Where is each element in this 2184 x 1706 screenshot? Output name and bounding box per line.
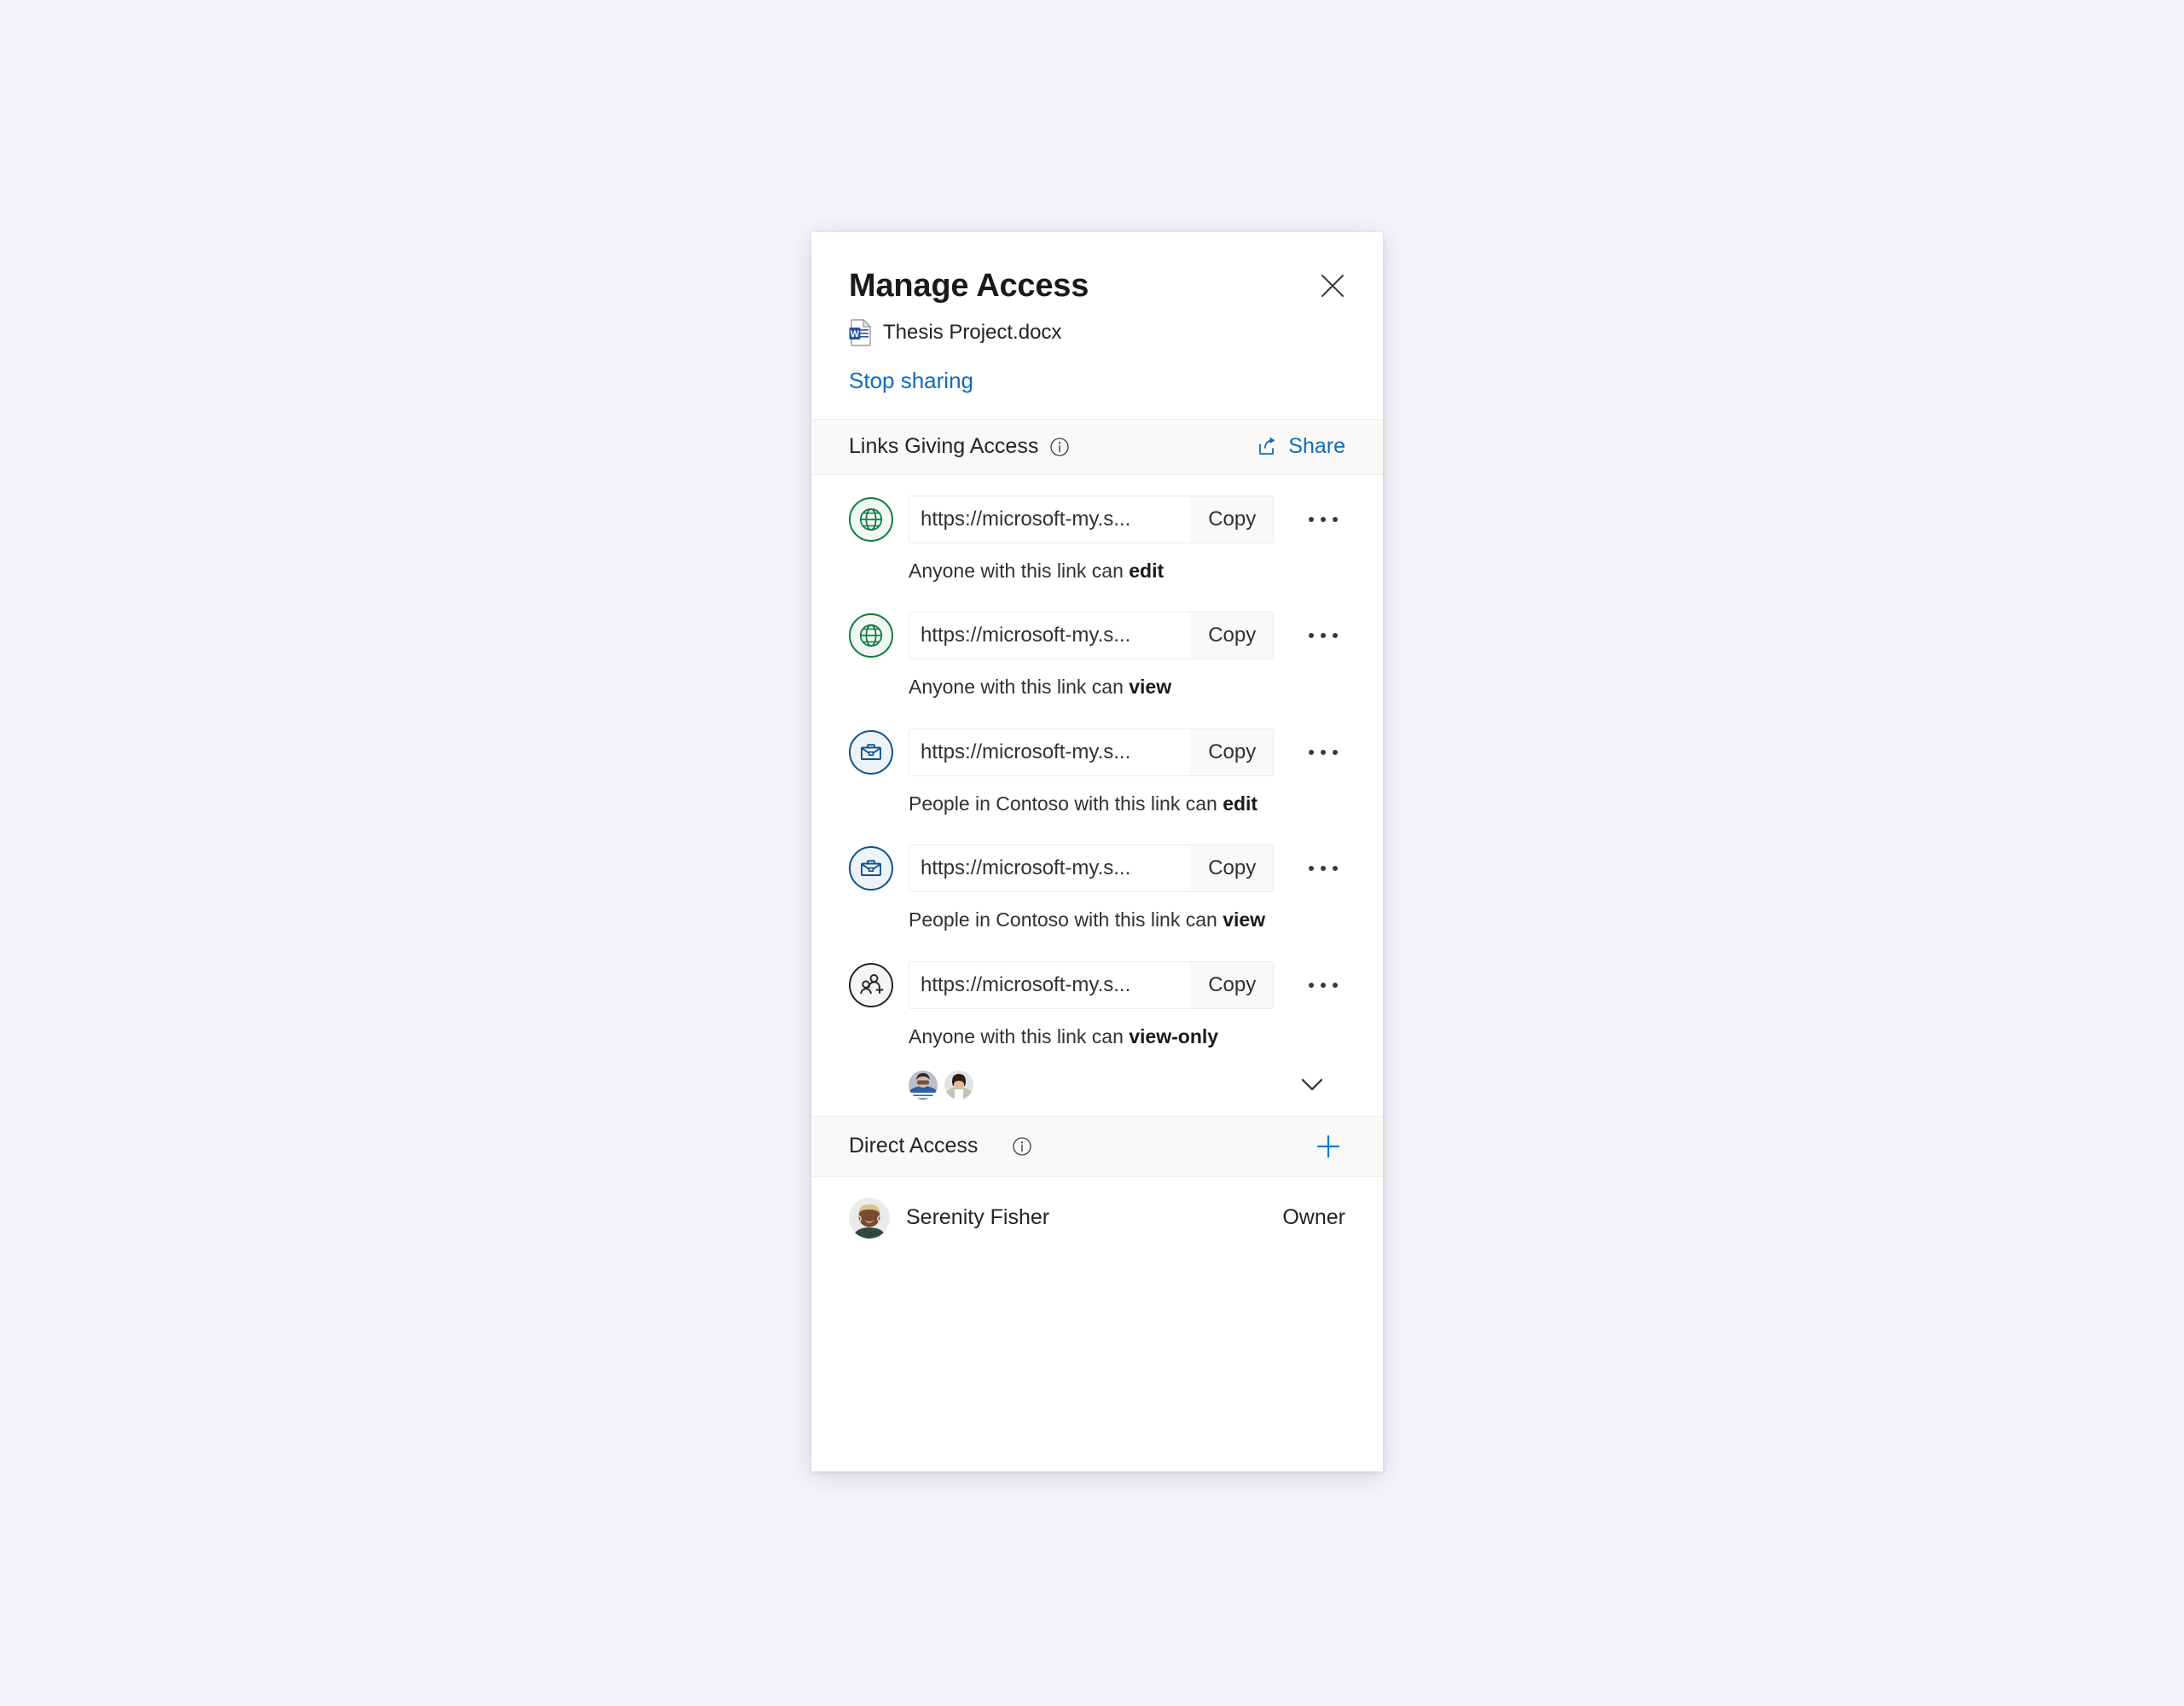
title-row: Manage Access [849,270,1345,304]
close-button[interactable] [1315,268,1350,304]
copy-button[interactable]: Copy [1190,961,1274,1008]
page-title: Manage Access [849,268,1089,304]
briefcase-icon [861,860,881,877]
link-type-badge [849,962,893,1007]
copy-button[interactable]: Copy [1190,612,1274,659]
share-label: Share [1288,434,1345,459]
file-name: Thesis Project.docx [883,321,1062,344]
link-url-box[interactable]: https://microsoft-my.s... Copy [909,844,1275,893]
direct-access-title: Direct Access [849,1134,979,1158]
info-icon [1050,437,1069,456]
share-button[interactable]: Share [1257,434,1345,459]
svg-text:W: W [851,329,860,339]
link-row-main: https://microsoft-my.s... Copy [849,844,1345,893]
screen-root: Manage Access W Thesis Project.docx Stop… [0,0,2184,1706]
share-icon [1259,437,1275,455]
link-row-main: https://microsoft-my.s... Copy [849,495,1345,543]
link-description: People in Contoso with this link can vie… [909,908,1345,932]
link-description: Anyone with this link can edit [909,560,1345,583]
copy-button[interactable]: Copy [1190,845,1274,892]
more-icon [1309,749,1339,755]
link-url-text[interactable]: https://microsoft-my.s... [909,728,1191,775]
link-permission: view-only [1129,1024,1219,1047]
link-url-box[interactable]: https://microsoft-my.s... Copy [909,728,1275,776]
info-icon [1013,1136,1032,1156]
more-options-button[interactable] [1301,963,1345,1007]
panel-header: Manage Access W Thesis Project.docx Stop… [811,232,1383,419]
more-icon [1309,633,1339,639]
person-row[interactable]: Serenity Fisher Owner [849,1177,1345,1259]
direct-access-header: Direct Access [811,1115,1383,1177]
link-description-prefix: Anyone with this link can [909,559,1130,582]
avatar [849,1197,890,1239]
link-row: https://microsoft-my.s... Copy Anyone wi… [811,475,1383,592]
file-row: W Thesis Project.docx [849,319,1345,346]
plus-icon [1316,1134,1340,1158]
link-type-badge [849,846,893,891]
link-permission: view [1129,676,1172,699]
avatar[interactable] [909,1070,938,1100]
links-info-icon[interactable] [1049,437,1070,457]
link-description-prefix: People in Contoso with this link can [909,908,1223,931]
links-section-header: Links Giving Access Share [811,418,1383,475]
link-row-main: https://microsoft-my.s... Copy [849,728,1345,776]
link-url-text[interactable]: https://microsoft-my.s... [909,496,1191,543]
link-permission: view [1223,908,1266,931]
link-row-main: https://microsoft-my.s... Copy [849,960,1345,1009]
link-type-badge [849,496,893,542]
link-type-badge [849,613,893,659]
expand-people-button[interactable] [1291,1066,1333,1104]
close-icon [1321,275,1344,297]
link-description: People in Contoso with this link can edi… [909,792,1345,816]
globe-icon [859,624,883,647]
add-people-button[interactable] [1311,1129,1345,1163]
link-row: https://microsoft-my.s... Copy Anyone wi… [811,941,1383,1112]
link-description-prefix: People in Contoso with this link can [909,792,1223,815]
person-name: Serenity Fisher [906,1205,1050,1230]
person-role: Owner [1282,1205,1345,1230]
link-row: https://microsoft-my.s... Copy People in… [811,824,1383,941]
link-url-box[interactable]: https://microsoft-my.s... Copy [909,960,1275,1009]
more-icon [1309,866,1339,872]
word-document-icon: W [849,319,872,346]
link-description: Anyone with this link can view-only [909,1025,1345,1049]
direct-access-list: Serenity Fisher Owner [811,1177,1383,1259]
copy-button[interactable]: Copy [1190,728,1274,775]
link-shared-people [909,1066,1345,1104]
more-icon [1309,982,1339,988]
link-permission: edit [1223,792,1258,815]
people-add-icon [860,974,884,995]
more-options-button[interactable] [1301,497,1345,542]
briefcase-icon [861,744,881,760]
more-options-button[interactable] [1301,846,1345,891]
more-options-button[interactable] [1301,730,1345,775]
link-url-text[interactable]: https://microsoft-my.s... [909,845,1191,892]
links-section-title: Links Giving Access [849,434,1039,459]
manage-access-panel: Manage Access W Thesis Project.docx Stop… [811,232,1383,1471]
link-url-box[interactable]: https://microsoft-my.s... Copy [909,495,1275,543]
copy-button[interactable]: Copy [1190,496,1274,543]
link-description-prefix: Anyone with this link can [909,676,1130,699]
avatar-stack [909,1070,973,1100]
link-url-box[interactable]: https://microsoft-my.s... Copy [909,612,1275,660]
links-list: https://microsoft-my.s... Copy Anyone wi… [811,475,1383,1116]
chevron-down-icon [1301,1078,1323,1090]
link-url-text[interactable]: https://microsoft-my.s... [909,961,1191,1008]
link-row-main: https://microsoft-my.s... Copy [849,612,1345,660]
more-options-button[interactable] [1301,613,1345,658]
stop-sharing-link[interactable]: Stop sharing [849,368,973,393]
globe-icon [859,508,883,531]
link-description: Anyone with this link can view [909,676,1345,699]
more-icon [1309,516,1339,522]
link-row: https://microsoft-my.s... Copy People in… [811,708,1383,825]
link-type-badge [849,729,893,775]
link-row: https://microsoft-my.s... Copy Anyone wi… [811,591,1383,708]
link-url-text[interactable]: https://microsoft-my.s... [909,612,1191,659]
link-permission: edit [1129,559,1165,582]
direct-access-info-icon[interactable] [1012,1136,1032,1157]
avatar[interactable] [944,1070,973,1100]
link-description-prefix: Anyone with this link can [909,1024,1130,1047]
